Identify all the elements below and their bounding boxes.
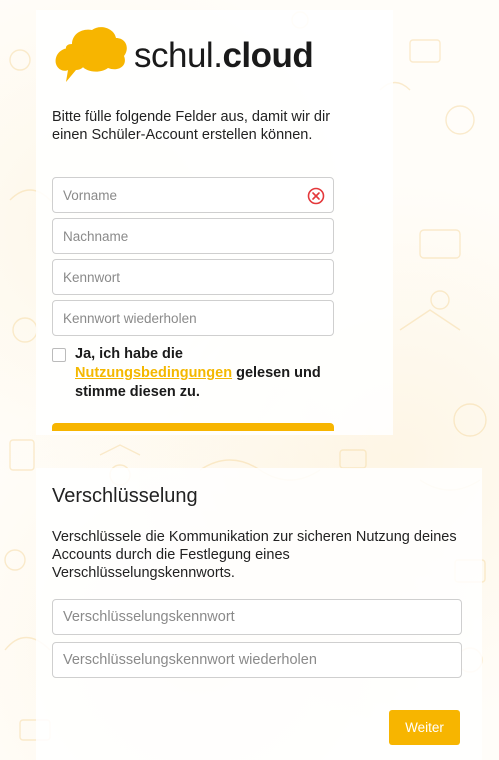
registration-intro: Bitte fülle folgende Felder aus, damit w…	[52, 109, 331, 143]
first-name-field[interactable]	[52, 177, 334, 213]
brand-name-light: schul.	[134, 36, 223, 75]
brand-name: schul.cloud	[134, 36, 314, 76]
submit-button-edge[interactable]	[52, 423, 334, 431]
terms-prefix: Ja, ich habe die	[75, 346, 183, 362]
last-name-field[interactable]	[52, 218, 334, 254]
encryption-title: Verschlüsselung	[52, 485, 198, 507]
encryption-key-input[interactable]	[63, 600, 451, 634]
first-name-input[interactable]	[63, 178, 323, 212]
brand-logo[interactable]: schul.cloud	[52, 24, 314, 88]
password-input[interactable]	[63, 260, 323, 294]
password-field[interactable]	[52, 259, 334, 295]
encryption-key-repeat-input[interactable]	[63, 643, 451, 677]
cloud-speech-bubble-icon	[55, 27, 127, 82]
next-button[interactable]: Weiter	[389, 710, 460, 745]
terms-agreement: Ja, ich habe die Nutzungsbedingungen gel…	[52, 345, 342, 402]
password-repeat-field[interactable]	[52, 300, 334, 336]
encryption-key-field[interactable]	[52, 599, 462, 635]
terms-link[interactable]: Nutzungsbedingungen	[75, 365, 232, 381]
encryption-key-repeat-field[interactable]	[52, 642, 462, 678]
password-repeat-input[interactable]	[63, 301, 323, 335]
brand-name-bold: cloud	[222, 36, 314, 75]
terms-checkbox[interactable]	[52, 348, 66, 362]
terms-text: Ja, ich habe die Nutzungsbedingungen gel…	[75, 345, 342, 402]
last-name-input[interactable]	[63, 219, 323, 253]
error-circle-icon	[307, 187, 325, 205]
encryption-description: Verschlüssele die Kommunikation zur sich…	[52, 529, 457, 581]
